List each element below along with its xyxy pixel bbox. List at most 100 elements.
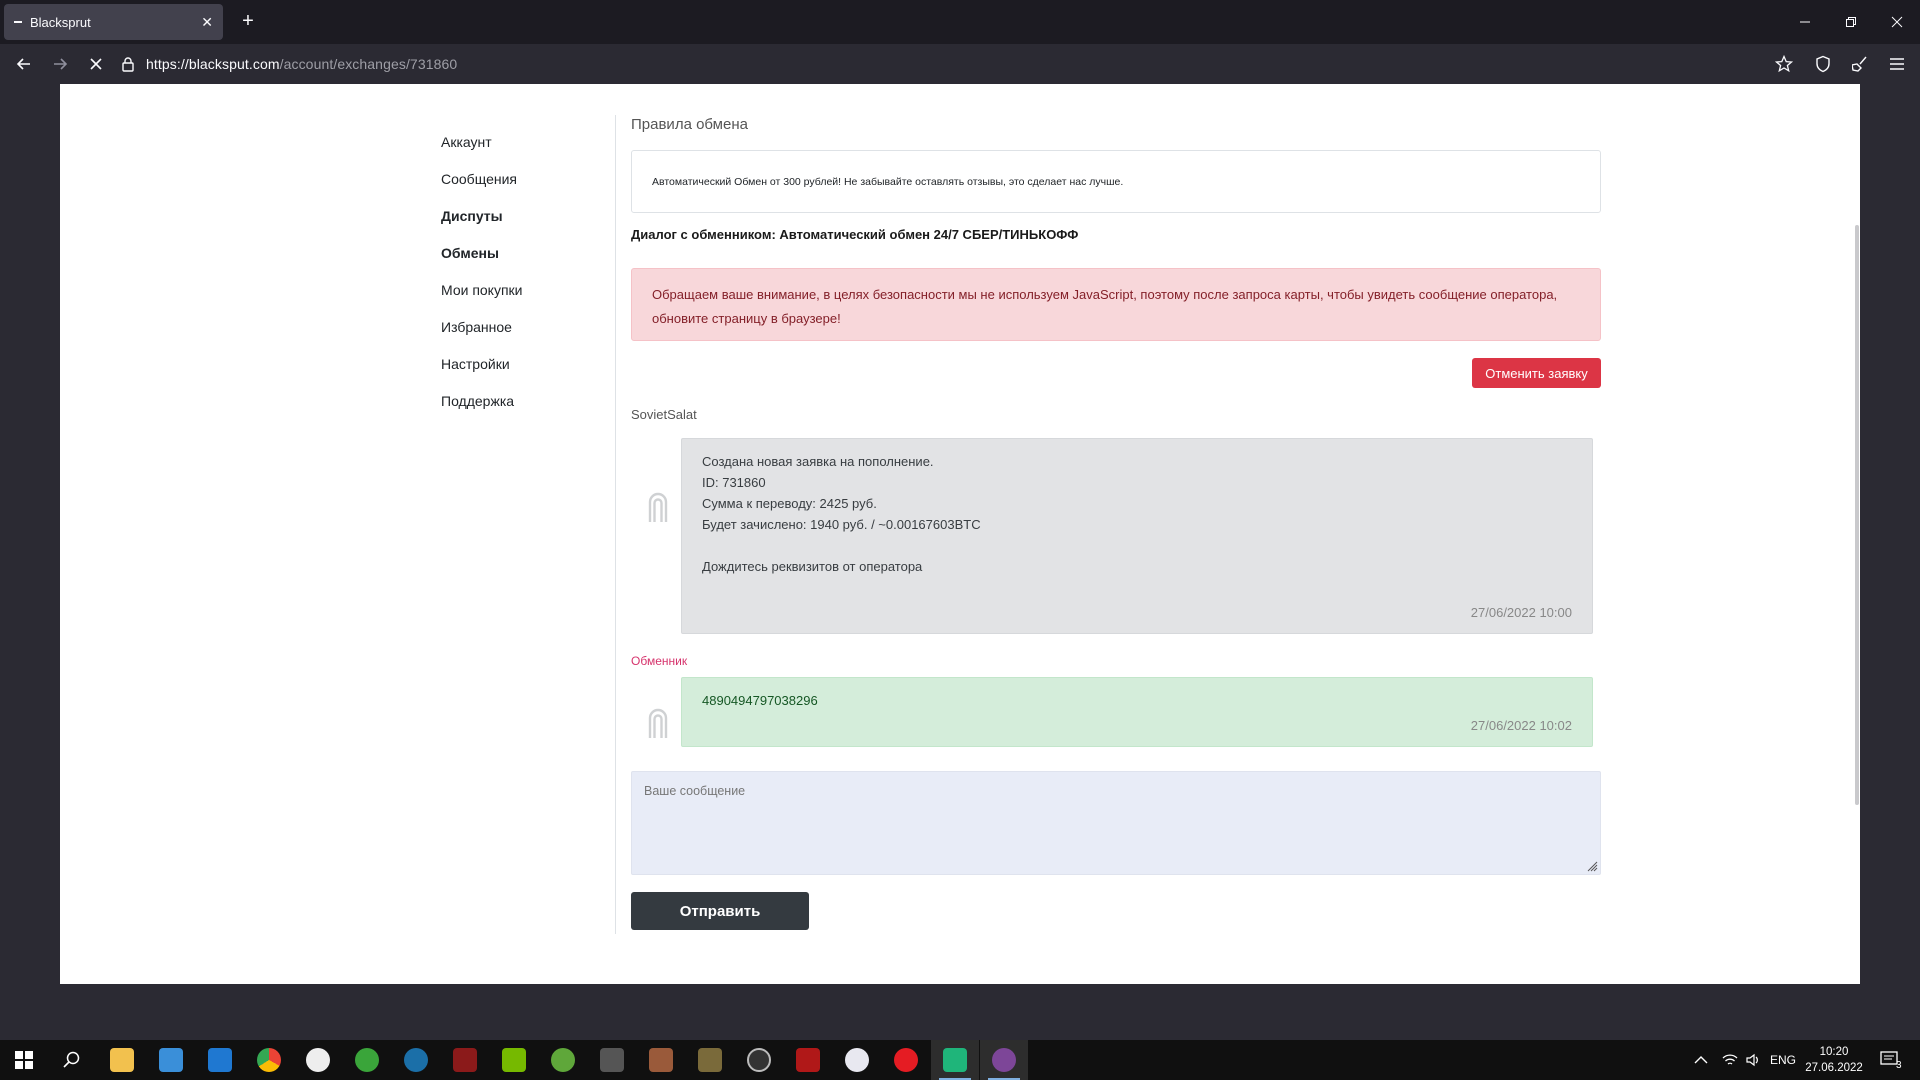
itunes-icon: [845, 1048, 869, 1072]
taskbar-store[interactable]: [147, 1040, 195, 1080]
message-line: [702, 535, 1572, 556]
message-line: ID: 731860: [702, 475, 766, 490]
message-input[interactable]: [631, 771, 1601, 875]
message-line: Сумма к переводу: 2425 руб.: [702, 496, 877, 511]
message-line: Дождитесь реквизитов от оператора: [702, 559, 923, 574]
game-icon-5: [796, 1048, 820, 1072]
message-line: Будет зачислено: 1940 руб. / ~0.00167603…: [702, 517, 981, 532]
taskbar-rockstar[interactable]: [735, 1040, 783, 1080]
forward-button[interactable]: [46, 50, 74, 78]
tray-clock[interactable]: 10:20 27.06.2022: [1798, 1044, 1870, 1076]
taskbar-game-2[interactable]: [588, 1040, 636, 1080]
sidebar-item-messages[interactable]: Сообщения: [441, 161, 611, 198]
sidebar-item-favorites[interactable]: Избранное: [441, 309, 611, 346]
torrent-icon: [551, 1048, 575, 1072]
rules-text: Автоматический Обмен от 300 рублей! Не з…: [652, 175, 1124, 188]
lock-icon: [122, 57, 134, 72]
rockstar-icon: [747, 1048, 771, 1072]
browser-navigation-bar: https://blacksput.com/account/exchanges/…: [0, 44, 1920, 84]
taskbar-file-explorer[interactable]: [98, 1040, 146, 1080]
vertical-divider: [615, 115, 616, 934]
shield-button[interactable]: [1809, 50, 1837, 78]
url-bar[interactable]: https://blacksput.com/account/exchanges/…: [120, 48, 1760, 80]
taskbar-game-3[interactable]: [637, 1040, 685, 1080]
taskbar-xbox[interactable]: [343, 1040, 391, 1080]
sidebar-item-support[interactable]: Поддержка: [441, 383, 611, 420]
stop-icon: [90, 58, 102, 70]
taskbar-steam[interactable]: [392, 1040, 440, 1080]
taskbar-mail[interactable]: [196, 1040, 244, 1080]
shield-icon: [1816, 55, 1830, 73]
taskbar-game-5[interactable]: [784, 1040, 832, 1080]
notification-center-button[interactable]: 3: [1880, 1040, 1902, 1080]
taskbar-obs[interactable]: [294, 1040, 342, 1080]
browser-tab-active[interactable]: Blacksprut ✕: [4, 4, 223, 40]
message-timestamp: 27/06/2022 10:02: [1470, 718, 1572, 733]
send-button[interactable]: Отправить: [631, 892, 809, 930]
url-text: https://blacksput.com/account/exchanges/…: [146, 56, 457, 72]
search-button[interactable]: [48, 1040, 96, 1080]
yandex-icon: [894, 1048, 918, 1072]
message-bubble: Создана новая заявка на пополнение. ID: …: [681, 438, 1593, 634]
volume-icon: [1746, 1053, 1758, 1067]
resize-handle-icon[interactable]: [1586, 860, 1598, 872]
page-scrollbar[interactable]: [1855, 225, 1859, 805]
alert-text: Обращаем ваше внимание, в целях безопасн…: [652, 287, 1558, 326]
avatar-icon: [648, 708, 668, 738]
search-icon: [63, 1051, 80, 1068]
avatar-icon: [648, 492, 668, 522]
taskbar-chrome[interactable]: [245, 1040, 293, 1080]
taskbar-tor-browser[interactable]: [980, 1040, 1028, 1080]
menu-button[interactable]: [1883, 50, 1911, 78]
sidebar-item-account[interactable]: Аккаунт: [441, 124, 611, 161]
hamburger-menu-icon: [1890, 58, 1904, 70]
tray-language[interactable]: ENG: [1770, 1040, 1796, 1080]
message-bubble-card-number: 4890494797038296 27/06/2022 10:02: [681, 677, 1593, 747]
window-restore-button[interactable]: [1828, 0, 1874, 44]
cancel-request-button[interactable]: Отменить заявку: [1472, 358, 1601, 388]
back-button[interactable]: [10, 50, 38, 78]
windows-icon: [15, 1051, 33, 1069]
file-explorer-icon: [110, 1048, 134, 1072]
tab-close-icon[interactable]: ✕: [201, 14, 213, 31]
close-icon: [1891, 16, 1903, 28]
taskbar-game[interactable]: [441, 1040, 489, 1080]
tray-show-hidden[interactable]: [1694, 1040, 1708, 1080]
operator-author: Обменник: [631, 654, 688, 668]
taskbar-game-4[interactable]: [686, 1040, 734, 1080]
rules-box: Автоматический Обмен от 300 рублей! Не з…: [631, 150, 1601, 213]
card-number-text: 4890494797038296: [702, 693, 818, 708]
stop-loading-button[interactable]: [82, 50, 110, 78]
game-icon-3: [649, 1048, 673, 1072]
taskbar-webstorm[interactable]: [931, 1040, 979, 1080]
taskbar-itunes[interactable]: [833, 1040, 881, 1080]
window-close-button[interactable]: [1874, 0, 1920, 44]
chrome-icon: [257, 1048, 281, 1072]
bookmark-star-button[interactable]: [1770, 50, 1798, 78]
taskbar-torrent[interactable]: [539, 1040, 587, 1080]
steam-icon: [404, 1048, 428, 1072]
tray-network[interactable]: [1722, 1040, 1738, 1080]
url-host: https://blacksput.com: [146, 56, 280, 72]
game-icon-2: [600, 1048, 624, 1072]
new-tab-button[interactable]: +: [236, 10, 260, 34]
tray-volume[interactable]: [1745, 1040, 1761, 1080]
clock-time: 10:20: [1819, 1046, 1849, 1058]
sidebar-item-purchases[interactable]: Мои покупки: [441, 272, 611, 309]
message-line: Создана новая заявка на пополнение.: [702, 454, 934, 469]
sidebar-item-settings[interactable]: Настройки: [441, 346, 611, 383]
start-button[interactable]: [0, 1040, 48, 1080]
window-minimize-button[interactable]: [1782, 0, 1828, 44]
account-sidebar: Аккаунт Сообщения Диспуты Обмены Мои пок…: [441, 124, 611, 420]
windows-taskbar: ENG 10:20 27.06.2022 3: [0, 1040, 1920, 1080]
tor-icon: [992, 1048, 1016, 1072]
minimize-icon: [1800, 21, 1810, 23]
taskbar-yandex[interactable]: [882, 1040, 930, 1080]
chevron-up-icon: [1694, 1056, 1708, 1064]
xbox-icon: [355, 1048, 379, 1072]
extension-button[interactable]: [1847, 50, 1875, 78]
sidebar-item-disputes[interactable]: Диспуты: [441, 198, 611, 235]
taskbar-nvidia[interactable]: [490, 1040, 538, 1080]
sidebar-item-exchanges[interactable]: Обмены: [441, 235, 611, 272]
clock-date: 27.06.2022: [1805, 1062, 1863, 1074]
